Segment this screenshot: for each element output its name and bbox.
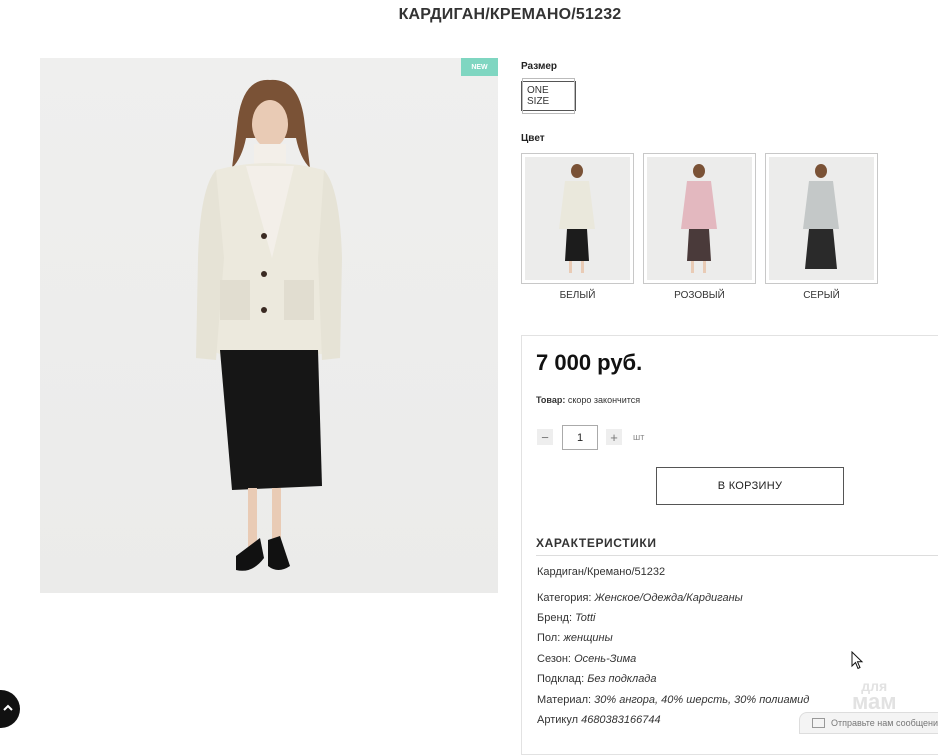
- spec-label: Подклад:: [537, 673, 585, 685]
- watermark-bottom: мам: [852, 689, 897, 714]
- model-thumbnail: [803, 164, 839, 269]
- envelope-icon: [812, 718, 825, 728]
- thumb-cardigan: [559, 181, 595, 229]
- spec-row-season: Сезон: Осень-Зима: [537, 653, 636, 665]
- thumb-bottom: [805, 229, 837, 269]
- watermark-logo: для мам: [852, 678, 897, 713]
- new-badge: NEW: [461, 58, 498, 76]
- thumb-cardigan: [681, 181, 717, 229]
- spec-product-name: Кардиган/Кремано/51232: [537, 566, 666, 578]
- mouse-cursor-icon: [851, 650, 865, 676]
- spec-label: Материал:: [537, 694, 592, 706]
- model-illustration: [196, 79, 342, 571]
- color-thumbnail-pink: [647, 157, 752, 280]
- stock-label: Товар:: [536, 395, 566, 405]
- product-main-image[interactable]: NEW: [40, 58, 498, 593]
- spec-value: Totti: [575, 612, 596, 624]
- spec-row-brand: Бренд: Totti: [537, 612, 595, 624]
- scroll-to-top-button[interactable]: [0, 690, 20, 728]
- size-label: Размер: [521, 61, 558, 72]
- color-swatch-gray[interactable]: [765, 153, 878, 284]
- color-label: Цвет: [521, 133, 545, 144]
- spec-value: Без подклада: [587, 673, 657, 685]
- color-thumbnail-gray: [769, 157, 874, 280]
- stock-value: скоро закончится: [567, 395, 641, 405]
- quantity-increase-button[interactable]: +: [606, 429, 622, 445]
- model-thumbnail: [681, 164, 717, 273]
- spec-value: 4680383166744: [581, 714, 661, 726]
- spec-value: женщины: [563, 632, 613, 644]
- chevron-up-icon: [2, 701, 14, 717]
- page-title: КАРДИГАН/КРЕМАНО/51232: [398, 6, 622, 23]
- chat-widget-tab[interactable]: Отправьте нам сообщение: [799, 712, 938, 734]
- model-thumbnail: [559, 164, 595, 273]
- price: 7 000 руб.: [536, 350, 643, 375]
- specs-heading: ХАРАКТЕРИСТИКИ: [536, 536, 657, 550]
- spec-row-material: Материал: 30% ангора, 40% шерсть, 30% по…: [537, 694, 809, 706]
- color-name-pink: РОЗОВЫЙ: [674, 290, 725, 301]
- spec-row-gender: Пол: женщины: [537, 632, 613, 644]
- color-name-gray: СЕРЫЙ: [803, 290, 840, 301]
- spec-row-lining: Подклад: Без подклада: [537, 673, 657, 685]
- spec-value-link[interactable]: Женское/Одежда/Кардиганы: [595, 592, 743, 604]
- spec-row-category: Категория: Женское/Одежда/Кардиганы: [537, 592, 743, 604]
- add-to-cart-button[interactable]: В КОРЗИНУ: [656, 467, 844, 505]
- spec-label: Пол:: [537, 632, 561, 644]
- chat-widget-label: Отправьте нам сообщение: [831, 718, 938, 728]
- thumb-cardigan: [803, 181, 839, 229]
- specs-divider: [536, 555, 938, 556]
- stock-status: Товар: скоро закончится: [536, 395, 640, 405]
- thumb-bottom: [565, 229, 589, 261]
- spec-value: 30% ангора, 40% шерсть, 30% полиамид: [594, 694, 810, 706]
- color-thumbnail-white: [525, 157, 630, 280]
- spec-label: Сезон:: [537, 653, 571, 665]
- quantity-unit: шт: [633, 432, 645, 442]
- color-swatch-white[interactable]: [521, 153, 634, 284]
- spec-label: Бренд:: [537, 612, 573, 624]
- quantity-decrease-button[interactable]: −: [537, 429, 553, 445]
- size-option-text: ONE SIZE: [522, 78, 575, 114]
- spec-label: Артикул: [537, 714, 579, 726]
- spec-row-sku: Артикул 4680383166744: [537, 714, 661, 726]
- quantity-input[interactable]: 1: [562, 425, 598, 450]
- spec-value: Осень-Зима: [574, 653, 637, 665]
- color-swatch-pink[interactable]: [643, 153, 756, 284]
- thumb-bottom: [687, 229, 711, 261]
- size-option-one-size[interactable]: ONE SIZE: [521, 78, 576, 114]
- color-name-white: БЕЛЫЙ: [559, 290, 596, 301]
- spec-label: Категория:: [537, 592, 592, 604]
